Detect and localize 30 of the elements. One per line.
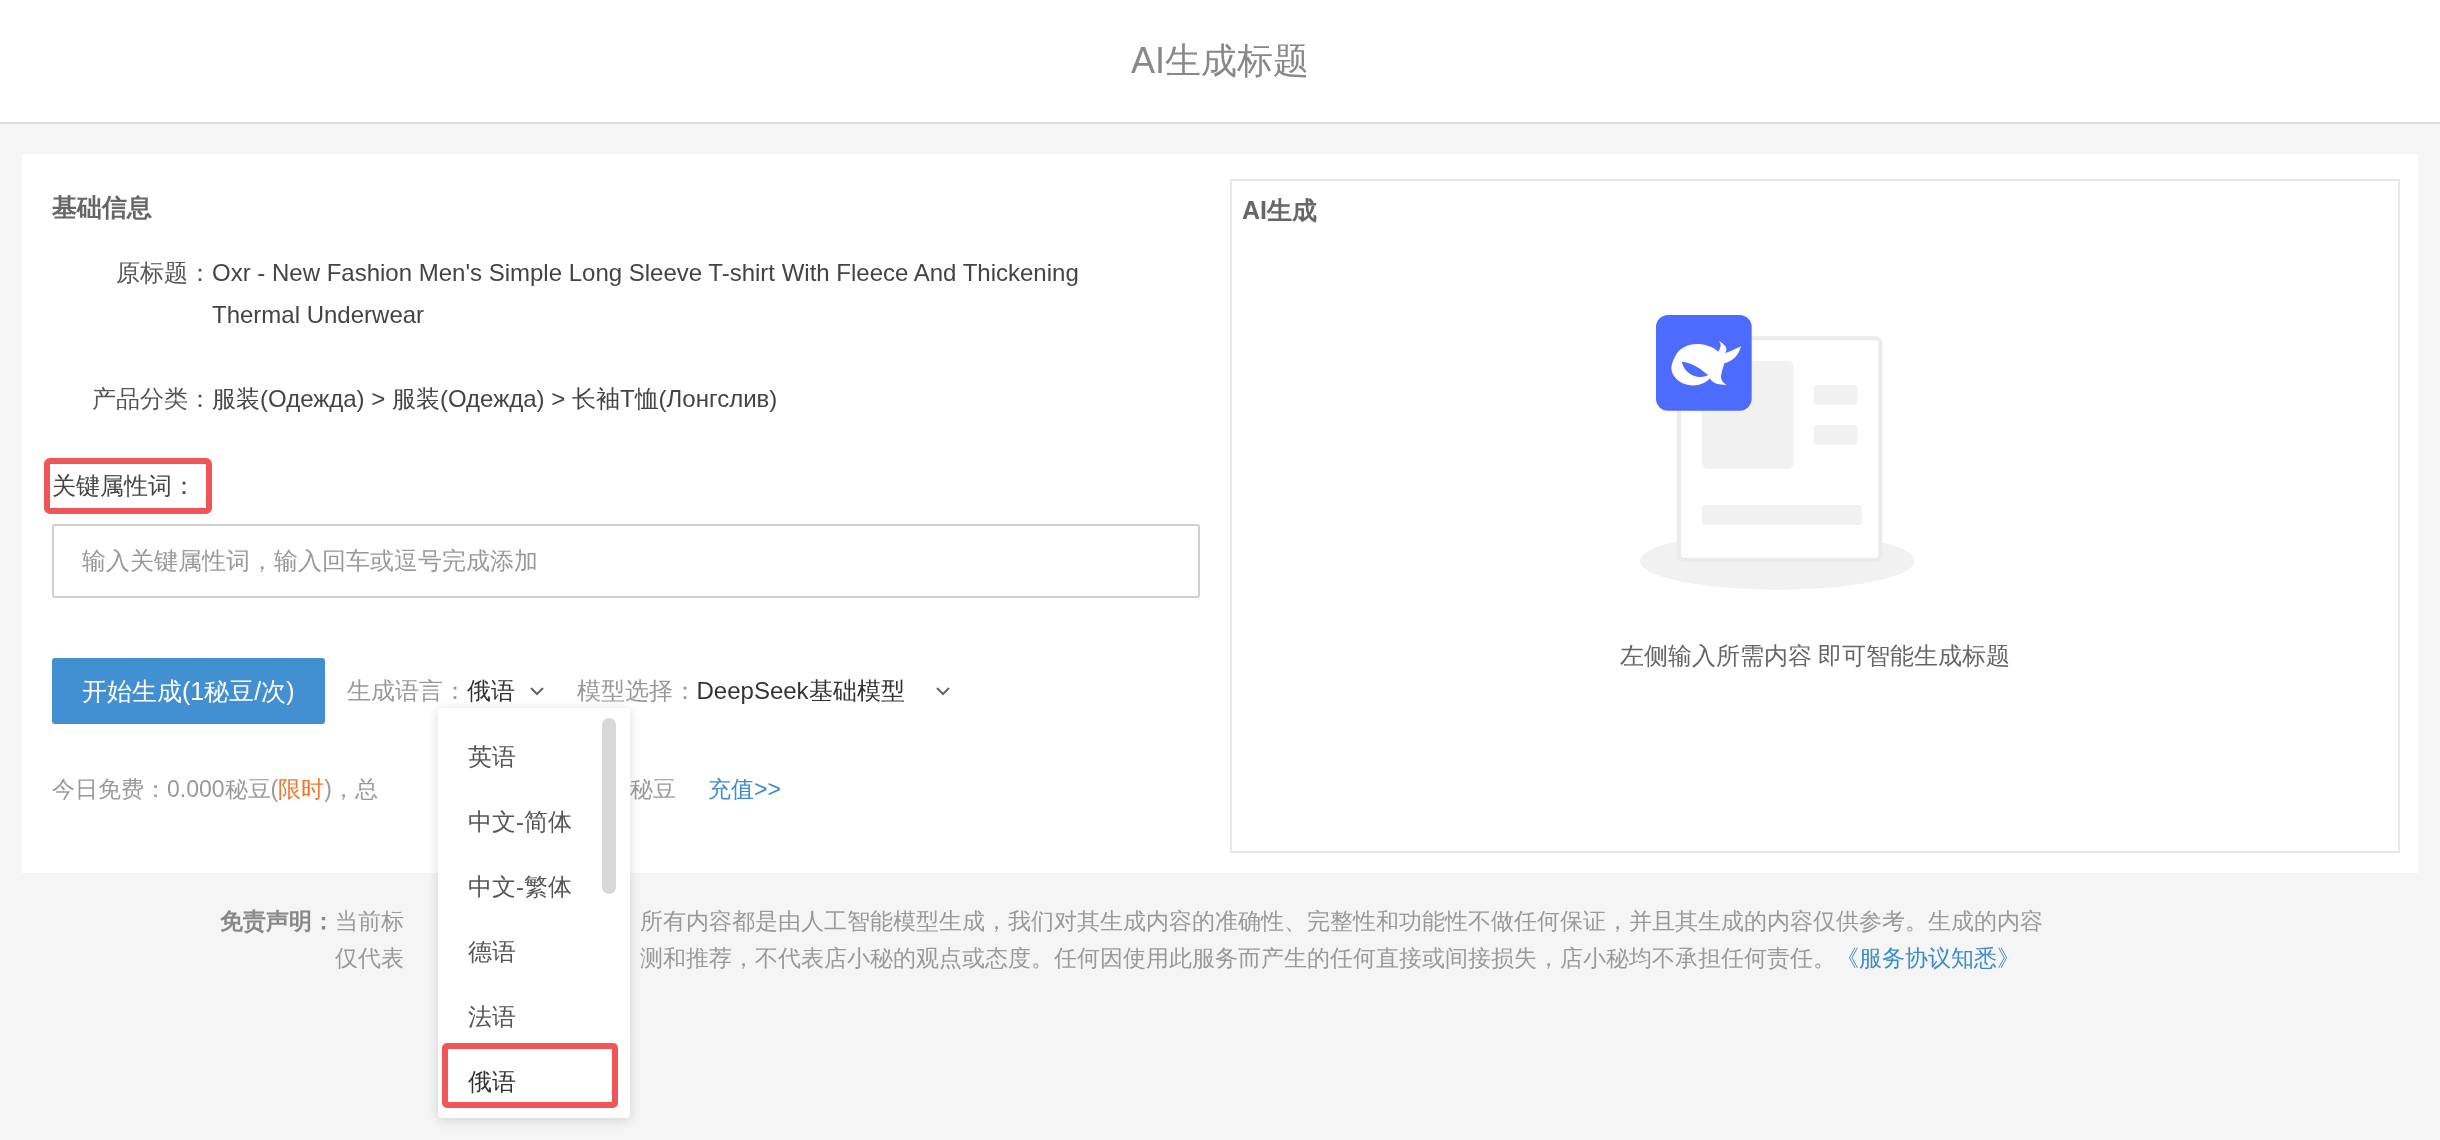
keywords-input-field[interactable]: 输入关键属性词，输入回车或逗号完成添加 xyxy=(52,524,1200,598)
keywords-label: 关键属性词： xyxy=(44,458,212,514)
section-heading: 基础信息 xyxy=(52,192,152,222)
panel-heading: AI生成 xyxy=(1242,195,1318,225)
disclaimer-text: 当前标 xyxy=(335,907,405,936)
balance-unit-text: 秘豆 xyxy=(630,775,676,804)
chevron-down-icon xyxy=(528,686,545,696)
model-select[interactable]: 模型选择：DeepSeek基础模型 xyxy=(576,675,951,707)
language-option[interactable]: 法语 xyxy=(442,978,618,1043)
scrollbar[interactable] xyxy=(602,718,616,894)
whale-logo-icon xyxy=(1656,315,1752,411)
disclaimer-text: 所有内容都是由人工智能模型生成，我们对其生成内容的准确性、完整性和功能性不做任何保证，并且其生成的内容仅供参考。生成的内容 xyxy=(640,907,2043,936)
language-option[interactable]: 德语 xyxy=(442,913,618,978)
language-option[interactable]: 英语 xyxy=(442,718,618,783)
disclaimer-text: 测和推荐，不代表店小秘的观点或态度。任何因使用此服务而产生的任何直接或间接损失，店小秘均不承担任何责任。 xyxy=(640,944,1836,973)
disclaimer-label: 免责声明： xyxy=(220,907,335,936)
disclaimer-text: 仅代表 xyxy=(335,944,405,973)
language-option[interactable]: 俄语 xyxy=(442,1043,618,1108)
empty-state-text: 左侧输入所需内容 即可智能生成标题 xyxy=(1619,641,2011,671)
field-value: Oxr - New Fashion Men's Simple Long Sleeve T-shirt With Fleece And Thickening Thermal Underwear xyxy=(212,258,1080,330)
field-label: 原标题： xyxy=(115,258,212,288)
language-option[interactable]: 中文-繁体 xyxy=(442,848,618,913)
field-label: 产品分类： xyxy=(91,384,212,414)
page-title: AI生成标题 xyxy=(1131,38,1309,83)
language-select[interactable]: 生成语言：俄语 xyxy=(346,675,545,707)
chevron-down-icon xyxy=(934,686,951,696)
free-quota-text: 今日免费：0.000秘豆(限时)，总 xyxy=(52,775,379,804)
field-value: 服装(Одежда) > 服装(Одежда) > 长袖T恤(Лонгслив) xyxy=(212,384,779,414)
language-option[interactable]: 中文-简体 xyxy=(442,783,618,848)
recharge-link[interactable]: 充值>> xyxy=(708,774,781,805)
